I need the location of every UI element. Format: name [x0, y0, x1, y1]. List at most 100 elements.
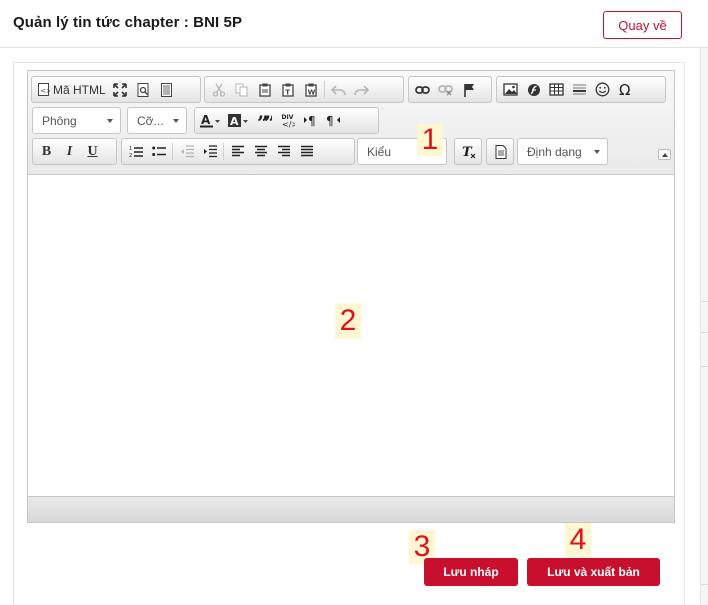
templates-button[interactable]: [155, 78, 178, 101]
collapse-toolbar-button[interactable]: [658, 149, 671, 160]
toolbar-group-document: <> Mã HTML: [31, 76, 201, 103]
align-right-button[interactable]: [272, 140, 295, 163]
svg-text:2: 2: [129, 153, 132, 158]
smiley-button[interactable]: [591, 78, 614, 101]
copy-icon: [235, 83, 247, 96]
annotation-marker-1: 1: [417, 124, 443, 156]
templates-icon: [160, 82, 172, 97]
div-icon: DIV</>: [281, 114, 295, 128]
editor-toolbar: <> Mã HTML T W Ω Phông Cỡ... A A DIV </>…: [28, 71, 674, 175]
svg-text:</>: </>: [282, 120, 295, 128]
background-color-icon: A: [228, 113, 248, 128]
back-button[interactable]: Quay về: [603, 11, 682, 39]
format-combo[interactable]: Định dạng: [517, 138, 608, 165]
align-center-icon: [254, 145, 267, 157]
table-button[interactable]: [545, 78, 568, 101]
remove-format-icon: T: [462, 145, 475, 159]
create-div-button[interactable]: DIV </>: [276, 109, 299, 132]
background-color-button[interactable]: A: [225, 109, 253, 132]
link-icon: [415, 85, 430, 94]
ltr-icon: ¶: [304, 114, 316, 127]
indent-icon: [203, 145, 217, 158]
align-justify-button[interactable]: [295, 140, 318, 163]
annotation-marker-4: 4: [565, 523, 591, 557]
toolbar-group-insert: Ω: [496, 76, 666, 103]
bold-button[interactable]: B: [35, 140, 58, 163]
numbered-list-button[interactable]: 12: [124, 140, 147, 163]
font-combo[interactable]: Phông: [32, 107, 121, 134]
style-combo-label: Kiểu: [367, 144, 392, 159]
redo-icon: [354, 84, 369, 95]
chevron-down-icon: [173, 119, 179, 123]
size-combo[interactable]: Cỡ...: [127, 107, 187, 134]
copy-button[interactable]: [230, 78, 253, 101]
anchor-button[interactable]: [457, 78, 480, 101]
paste-text-button[interactable]: T: [276, 78, 299, 101]
save-draft-button[interactable]: Lưu nháp: [424, 558, 518, 586]
preview-button[interactable]: [132, 78, 155, 101]
align-center-button[interactable]: [249, 140, 272, 163]
text-color-button[interactable]: A: [197, 109, 225, 132]
image-icon: [503, 83, 518, 96]
chevron-down-icon: [107, 119, 113, 123]
source-html-label: Mã HTML: [53, 82, 106, 97]
indent-button[interactable]: [198, 140, 221, 163]
size-combo-label: Cỡ...: [137, 113, 164, 128]
toolbar-group-basicstyles: B I U: [32, 138, 117, 165]
outdent-icon: [180, 145, 194, 158]
toolbar-group-misc: [486, 138, 514, 165]
preview-icon: [137, 82, 149, 97]
rtl-button[interactable]: ¶: [322, 109, 345, 132]
align-left-button[interactable]: [226, 140, 249, 163]
outdent-button[interactable]: [175, 140, 198, 163]
link-button[interactable]: [411, 78, 434, 101]
horizontal-rule-button[interactable]: [568, 78, 591, 101]
svg-text:1: 1: [129, 146, 132, 152]
ltr-button[interactable]: ¶: [299, 109, 322, 132]
paste-button[interactable]: [253, 78, 276, 101]
maximize-icon: [113, 82, 127, 97]
svg-text:T: T: [285, 88, 290, 96]
undo-button[interactable]: [327, 78, 350, 101]
flash-button[interactable]: [522, 78, 545, 101]
numbered-list-icon: 12: [129, 146, 143, 158]
bold-icon: B: [41, 143, 52, 159]
paste-word-button[interactable]: W: [299, 78, 322, 101]
underline-icon: U: [87, 143, 98, 159]
special-char-button[interactable]: Ω: [614, 78, 637, 101]
source-html-button[interactable]: <> Mã HTML: [34, 78, 109, 101]
unlink-icon: [438, 84, 453, 95]
image-button[interactable]: [499, 78, 522, 101]
maximize-button[interactable]: [109, 78, 132, 101]
toolbar-group-cleanup: T: [454, 138, 482, 165]
blockquote-button[interactable]: ””: [253, 109, 276, 132]
paste-icon: [258, 83, 271, 97]
cut-button[interactable]: [207, 78, 230, 101]
underline-button[interactable]: U: [81, 140, 104, 163]
source-icon: <>: [38, 83, 50, 96]
scissors-icon: [212, 83, 225, 97]
toolbar-separator: [172, 143, 173, 160]
toolbar-group-paragraph: 12: [121, 138, 355, 165]
table-icon: [549, 83, 564, 96]
redo-button[interactable]: [350, 78, 373, 101]
flash-icon: [527, 83, 540, 96]
horizontal-rule-icon: [573, 84, 586, 95]
quote-icon: ””: [257, 115, 272, 126]
document-icon: [495, 144, 506, 159]
unlink-button[interactable]: [434, 78, 457, 101]
italic-icon: I: [66, 143, 73, 159]
italic-button[interactable]: I: [58, 140, 81, 163]
save-publish-button[interactable]: Lưu và xuất bản: [527, 558, 660, 586]
toolbar-separator: [324, 81, 325, 98]
bulleted-list-button[interactable]: [147, 140, 170, 163]
remove-format-button[interactable]: T: [457, 140, 480, 163]
svg-text:<>: <>: [40, 87, 50, 95]
svg-text:¶: ¶: [326, 114, 334, 127]
toolbar-group-clipboard: T W: [204, 76, 404, 103]
paste-from-doc-button[interactable]: [489, 140, 512, 163]
toolbar-group-colors: A A ”” DIV</> ¶ ¶: [194, 107, 379, 134]
text-color-icon: A: [200, 114, 220, 127]
svg-text:Ω: Ω: [619, 82, 630, 97]
editor-statusbar: [28, 496, 674, 522]
